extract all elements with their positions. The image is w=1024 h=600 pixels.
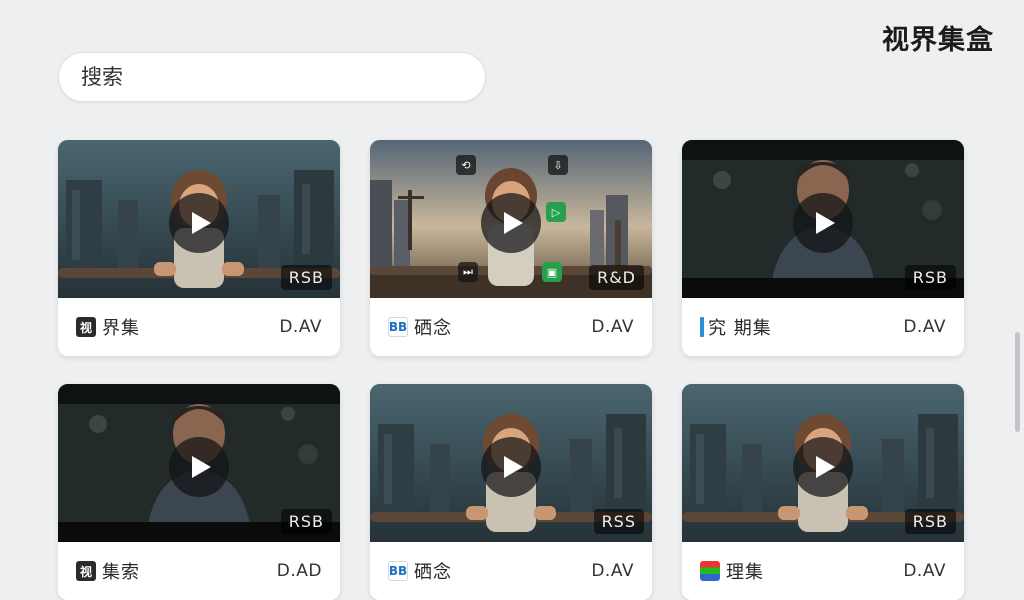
video-thumbnail[interactable]: RSB: [682, 384, 964, 542]
card-label: D.AV: [903, 317, 946, 337]
channel-icon: [700, 561, 720, 581]
cast-icon[interactable]: ▷: [546, 202, 566, 222]
download-icon[interactable]: ⇩: [548, 155, 568, 175]
card-title[interactable]: 硒念: [414, 314, 591, 340]
video-card[interactable]: RSS BB 硒念 D.AV: [370, 384, 652, 600]
scrollbar[interactable]: [1015, 332, 1020, 432]
card-title[interactable]: 究 期集: [708, 314, 903, 340]
card-meta: 究 期集 D.AV: [682, 298, 964, 356]
video-card[interactable]: RSB 视 集索 D.AD: [58, 384, 340, 600]
play-icon[interactable]: [793, 437, 853, 497]
card-meta: 视 集索 D.AD: [58, 542, 340, 600]
play-icon[interactable]: [169, 437, 229, 497]
search-input[interactable]: [79, 64, 463, 90]
play-icon[interactable]: [481, 437, 541, 497]
channel-icon: 视: [76, 561, 96, 581]
play-icon[interactable]: [793, 193, 853, 253]
skip-icon[interactable]: ⏭: [458, 262, 478, 282]
card-label: D.AV: [903, 561, 946, 581]
quality-badge: RSB: [280, 265, 332, 290]
search-bar[interactable]: [58, 52, 486, 102]
channel-icon: [700, 317, 704, 337]
play-icon[interactable]: [481, 193, 541, 253]
card-label: D.AV: [279, 317, 322, 337]
cast-small-icon[interactable]: ▣: [542, 262, 562, 282]
card-title[interactable]: 理集: [726, 558, 903, 584]
video-card[interactable]: RSB 视 界集 D.AV: [58, 140, 340, 356]
card-title[interactable]: 硒念: [414, 558, 591, 584]
quality-badge: R&D: [589, 265, 644, 290]
card-title[interactable]: 界集: [102, 314, 279, 340]
card-meta: 理集 D.AV: [682, 542, 964, 600]
card-meta: BB 硒念 D.AV: [370, 542, 652, 600]
channel-icon: BB: [388, 317, 408, 337]
card-meta: BB 硒念 D.AV: [370, 298, 652, 356]
card-label: D.AV: [591, 317, 634, 337]
play-icon[interactable]: [169, 193, 229, 253]
video-thumbnail[interactable]: RSB: [682, 140, 964, 298]
video-grid: RSB 视 界集 D.AV ⟲ ⇩ ▷ ⏭ ▣ R&D BB 硒念 D.AV R…: [58, 140, 965, 600]
app-title: 视界集盒: [882, 25, 994, 56]
card-meta: 视 界集 D.AV: [58, 298, 340, 356]
video-thumbnail[interactable]: RSS: [370, 384, 652, 542]
card-label: D.AV: [591, 561, 634, 581]
video-card[interactable]: ⟲ ⇩ ▷ ⏭ ▣ R&D BB 硒念 D.AV: [370, 140, 652, 356]
quality-badge: RSB: [904, 265, 956, 290]
share-icon[interactable]: ⟲: [456, 155, 476, 175]
video-card[interactable]: RSB 究 期集 D.AV: [682, 140, 964, 356]
video-card[interactable]: RSB 理集 D.AV: [682, 384, 964, 600]
quality-badge: RSS: [593, 509, 644, 534]
video-thumbnail[interactable]: RSB: [58, 140, 340, 298]
video-thumbnail[interactable]: ⟲ ⇩ ▷ ⏭ ▣ R&D: [370, 140, 652, 298]
channel-icon: 视: [76, 317, 96, 337]
card-title[interactable]: 集索: [102, 558, 277, 584]
video-thumbnail[interactable]: RSB: [58, 384, 340, 542]
quality-badge: RSB: [280, 509, 332, 534]
card-label: D.AD: [276, 561, 322, 581]
quality-badge: RSB: [904, 509, 956, 534]
channel-icon: BB: [388, 561, 408, 581]
